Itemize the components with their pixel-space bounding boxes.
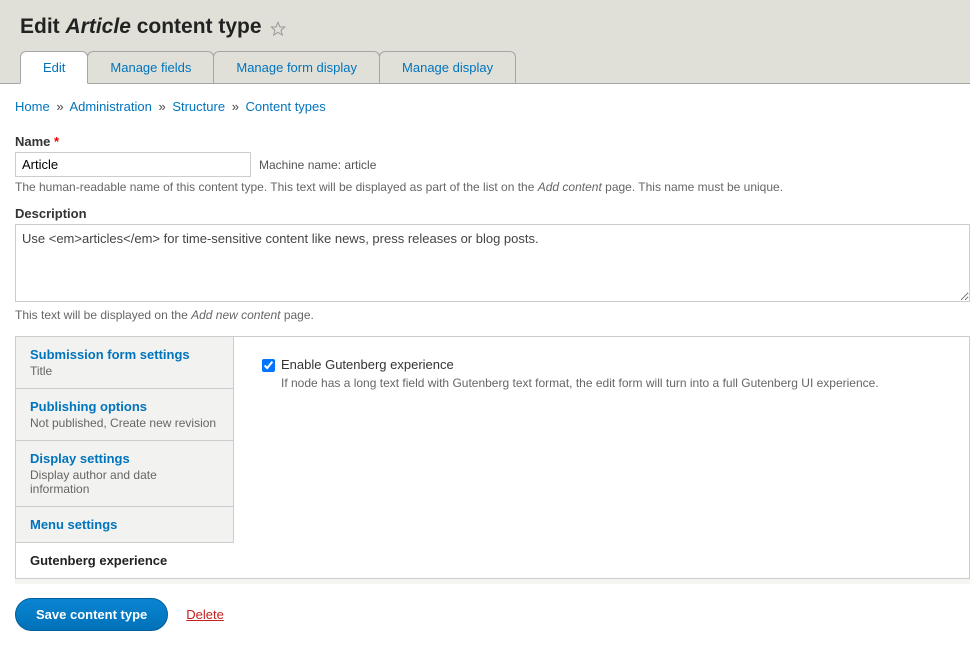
tab-edit[interactable]: Edit bbox=[20, 51, 88, 84]
vtab-publishing-options[interactable]: Publishing options Not published, Create… bbox=[16, 389, 233, 441]
breadcrumb-content-types[interactable]: Content types bbox=[246, 99, 326, 114]
vtab-title: Menu settings bbox=[30, 517, 219, 532]
breadcrumb: Home » Administration » Structure » Cont… bbox=[15, 99, 970, 114]
name-input[interactable] bbox=[15, 152, 251, 177]
enable-gutenberg-label: Enable Gutenberg experience bbox=[281, 357, 454, 372]
vtab-title: Display settings bbox=[30, 451, 219, 466]
enable-gutenberg-row: Enable Gutenberg experience bbox=[262, 357, 949, 372]
breadcrumb-home[interactable]: Home bbox=[15, 99, 50, 114]
vertical-tabs-footer bbox=[15, 578, 970, 584]
page-title-suffix: content type bbox=[137, 15, 262, 38]
vtab-gutenberg-experience[interactable]: Gutenberg experience bbox=[16, 543, 234, 578]
vtab-title: Publishing options bbox=[30, 399, 219, 414]
enable-gutenberg-description: If node has a long text field with Guten… bbox=[281, 376, 949, 390]
tab-manage-display[interactable]: Manage display bbox=[379, 51, 516, 83]
description-label: Description bbox=[15, 206, 970, 221]
vtab-summary: Display author and date information bbox=[30, 468, 219, 496]
vtab-title: Gutenberg experience bbox=[30, 553, 219, 568]
name-help-text: The human-readable name of this content … bbox=[15, 180, 970, 194]
breadcrumb-administration[interactable]: Administration bbox=[69, 99, 151, 114]
vtab-title: Submission form settings bbox=[30, 347, 219, 362]
name-field-wrapper: Name * Machine name: article The human-r… bbox=[15, 134, 970, 194]
vertical-tabs-panel: Enable Gutenberg experience If node has … bbox=[234, 337, 969, 578]
favorite-star-icon[interactable] bbox=[270, 19, 286, 35]
page-header: Edit Article content type Edit Manage fi… bbox=[0, 0, 970, 83]
vtab-summary: Not published, Create new revision bbox=[30, 416, 219, 430]
page-title-em: Article bbox=[66, 15, 131, 38]
save-button[interactable]: Save content type bbox=[15, 598, 168, 631]
vertical-tabs: Submission form settings Title Publishin… bbox=[15, 336, 970, 579]
delete-link[interactable]: Delete bbox=[186, 607, 224, 622]
description-textarea[interactable]: Use <em>articles</em> for time-sensitive… bbox=[15, 224, 970, 302]
vtab-summary: Title bbox=[30, 364, 219, 378]
vtab-display-settings[interactable]: Display settings Display author and date… bbox=[16, 441, 233, 507]
breadcrumb-structure[interactable]: Structure bbox=[172, 99, 225, 114]
description-help-text: This text will be displayed on the Add n… bbox=[15, 308, 970, 322]
machine-name-label: Machine name: article bbox=[259, 158, 376, 172]
description-field-wrapper: Description Use <em>articles</em> for ti… bbox=[15, 206, 970, 322]
vtab-menu-settings[interactable]: Menu settings bbox=[16, 507, 233, 543]
primary-tabs: Edit Manage fields Manage form display M… bbox=[20, 51, 950, 83]
form-actions: Save content type Delete bbox=[15, 598, 970, 631]
enable-gutenberg-checkbox[interactable] bbox=[262, 359, 275, 372]
vtab-submission-settings[interactable]: Submission form settings Title bbox=[16, 337, 233, 389]
page-content: Home » Administration » Structure » Cont… bbox=[0, 84, 970, 651]
vertical-tabs-menu: Submission form settings Title Publishin… bbox=[16, 337, 234, 578]
page-title: Edit Article content type bbox=[20, 15, 950, 39]
tab-manage-form-display[interactable]: Manage form display bbox=[213, 51, 380, 83]
name-label: Name * bbox=[15, 134, 970, 149]
tab-manage-fields[interactable]: Manage fields bbox=[87, 51, 214, 83]
page-title-prefix: Edit bbox=[20, 15, 60, 38]
